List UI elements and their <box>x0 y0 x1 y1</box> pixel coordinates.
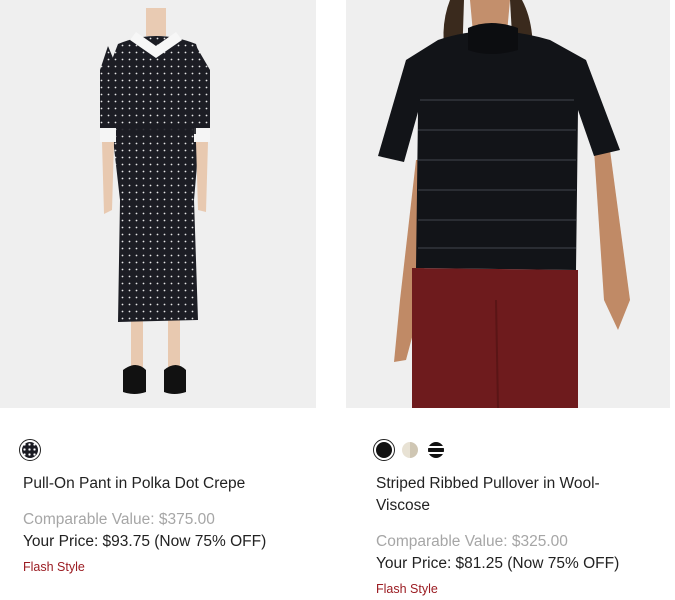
your-price: Your Price: $93.75 (Now 75% OFF) <box>23 533 267 550</box>
swatch-black-stripe[interactable] <box>428 442 444 458</box>
flash-style-badge: Flash Style <box>23 560 85 574</box>
product-card: Pull-On Pant in Polka Dot Crepe Comparab… <box>0 0 316 574</box>
model-dress-illustration <box>100 8 210 394</box>
comparable-value: Comparable Value: $375.00 <box>23 511 215 528</box>
color-swatches <box>373 439 444 461</box>
product-image[interactable] <box>0 0 316 408</box>
product-name[interactable]: Striped Ribbed Pullover in Wool-Viscose <box>376 473 626 517</box>
model-pullover-illustration <box>378 0 630 408</box>
flash-style-badge: Flash Style <box>376 582 438 596</box>
color-swatches <box>19 439 41 461</box>
product-card: Striped Ribbed Pullover in Wool-Viscose … <box>346 0 670 596</box>
your-price: Your Price: $81.25 (Now 75% OFF) <box>376 555 620 572</box>
swatch-beige[interactable] <box>402 442 418 458</box>
product-name[interactable]: Pull-On Pant in Polka Dot Crepe <box>23 473 313 495</box>
swatch-polka-dot[interactable] <box>19 439 41 461</box>
comparable-value: Comparable Value: $325.00 <box>376 533 568 550</box>
swatch-black[interactable] <box>373 439 395 461</box>
product-image[interactable] <box>346 0 670 408</box>
